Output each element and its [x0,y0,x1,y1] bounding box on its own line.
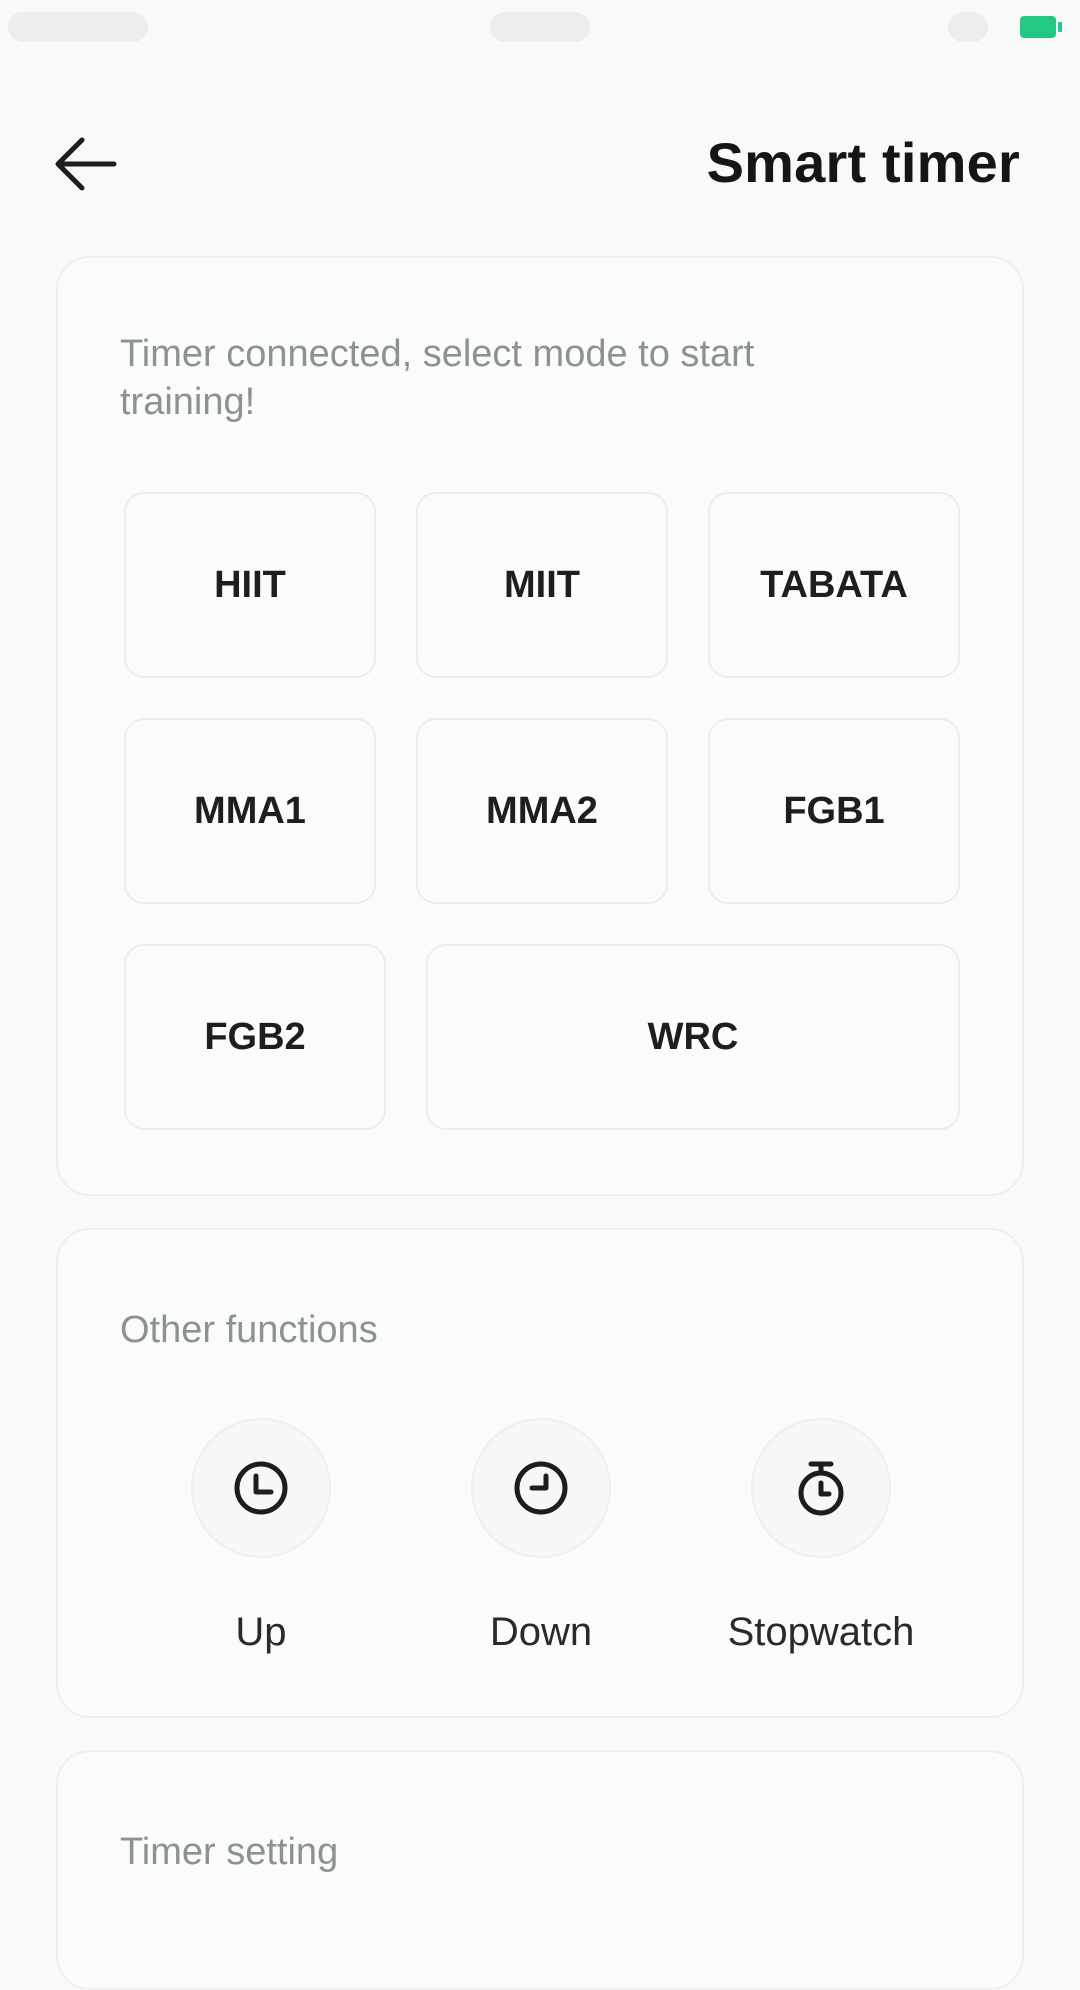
battery-icon [1020,16,1062,38]
page-title: Smart timer [706,131,1020,194]
mode-button-mma1[interactable]: MMA1 [124,718,376,904]
function-up[interactable]: Up [161,1418,361,1655]
mode-button-fgb1[interactable]: FGB1 [708,718,960,904]
clock-up-icon [234,1461,288,1515]
mode-button-tabata[interactable]: TABATA [708,492,960,678]
back-button[interactable] [52,124,132,204]
function-stopwatch-label: Stopwatch [727,1610,915,1654]
status-bar [0,0,1080,56]
mode-button-hiit[interactable]: HIIT [124,492,376,678]
timer-setting-card[interactable]: Timer setting [56,1750,1024,1990]
stopwatch-icon [798,1461,844,1516]
status-icons-left [8,12,148,42]
connection-instruction: Timer connected, select mode to start tr… [120,333,755,423]
back-arrow-icon [55,137,117,191]
function-stopwatch[interactable]: Stopwatch [721,1418,921,1655]
mode-button-mma2[interactable]: MMA2 [416,718,668,904]
alarm-icon [948,12,988,42]
function-down[interactable]: Down [441,1418,641,1655]
mode-button-miit[interactable]: MIIT [416,492,668,678]
other-functions-card: Other functions Up Down Stopwatch [56,1228,1024,1718]
modes-card: Timer connected, select mode to start tr… [56,256,1024,1196]
function-down-label: Down [489,1610,593,1654]
status-clock [490,12,590,42]
function-stopwatch-button[interactable] [751,1418,891,1558]
function-down-button[interactable] [471,1418,611,1558]
function-up-button[interactable] [191,1418,331,1558]
mode-button-wrc[interactable]: WRC [426,944,960,1130]
clock-down-icon [514,1461,568,1515]
other-functions-label: Other functions [120,1309,378,1351]
mode-button-fgb2[interactable]: FGB2 [124,944,386,1130]
timer-setting-label: Timer setting [120,1831,339,1873]
function-up-label: Up [235,1610,287,1654]
